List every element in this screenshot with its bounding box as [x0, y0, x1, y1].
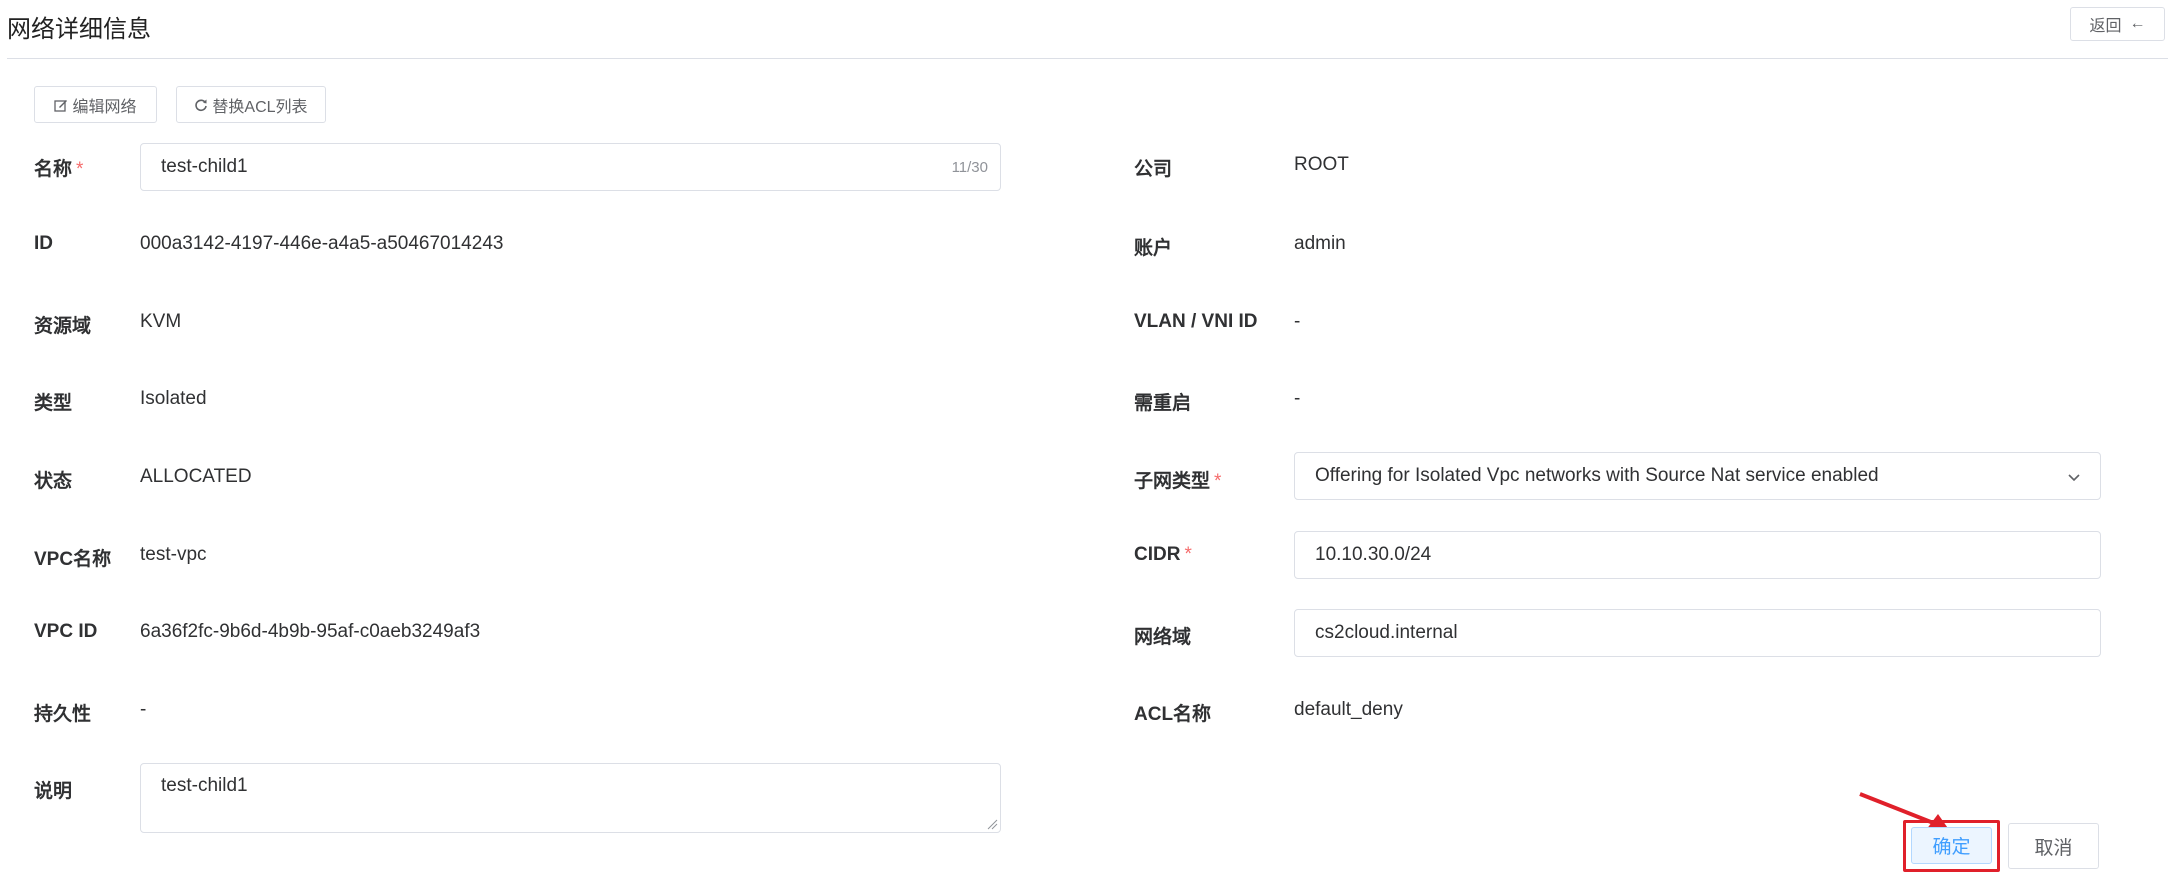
- name-label: 名称 *: [34, 159, 84, 180]
- required-mark: *: [76, 159, 84, 180]
- type-value: Isolated: [140, 388, 207, 409]
- id-value: 000a3142-4197-446e-a4a5-a50467014243: [140, 233, 504, 254]
- vpc-name-value: test-vpc: [140, 544, 207, 565]
- persistence-value: -: [140, 699, 147, 720]
- network-domain-label: 网络域: [1134, 627, 1192, 648]
- network-domain-value: cs2cloud.internal: [1315, 622, 1458, 643]
- description-value: test-child1: [161, 775, 248, 796]
- vlan-value: -: [1294, 311, 1301, 332]
- restart-required-value: -: [1294, 388, 1301, 409]
- vpc-id-label: VPC ID: [34, 621, 98, 642]
- confirm-highlight-box: 确定: [1903, 820, 2000, 872]
- name-input-value: test-child1: [161, 156, 248, 177]
- page-title: 网络详细信息: [7, 16, 151, 43]
- name-input[interactable]: test-child1 11/30: [140, 143, 1001, 191]
- back-button[interactable]: 返回 ←: [2070, 7, 2165, 41]
- account-label: 账户: [1134, 238, 1173, 259]
- vlan-label: VLAN / VNI ID: [1134, 311, 1258, 332]
- chevron-down-icon: [2068, 474, 2080, 482]
- back-label: 返回: [2089, 18, 2122, 35]
- state-value: ALLOCATED: [140, 466, 252, 487]
- company-value: ROOT: [1294, 154, 1349, 175]
- replace-acl-button[interactable]: 替换ACL列表: [176, 86, 326, 123]
- cidr-input[interactable]: 10.10.30.0/24: [1294, 531, 2101, 579]
- edit-network-button[interactable]: 编辑网络: [34, 86, 157, 123]
- state-label: 状态: [34, 471, 73, 492]
- name-char-counter: 11/30: [951, 159, 988, 176]
- subnet-type-label: 子网类型 *: [1134, 471, 1222, 492]
- description-textarea[interactable]: test-child1: [140, 763, 1001, 833]
- subnet-type-select[interactable]: Offering for Isolated Vpc networks with …: [1294, 452, 2101, 500]
- confirm-button[interactable]: 确定: [1911, 827, 1992, 864]
- id-label: ID: [34, 233, 53, 254]
- persistence-label: 持久性: [34, 704, 92, 725]
- resize-handle-icon[interactable]: [986, 818, 998, 830]
- acl-name-label: ACL名称: [1134, 704, 1212, 725]
- restart-required-label: 需重启: [1134, 393, 1192, 414]
- refresh-icon: [195, 98, 208, 111]
- zone-value: KVM: [140, 311, 182, 332]
- subnet-type-value: Offering for Isolated Vpc networks with …: [1315, 465, 1879, 486]
- edit-icon: [54, 99, 68, 112]
- header-divider: [7, 58, 2168, 59]
- vpc-name-label: VPC名称: [34, 549, 112, 570]
- description-label: 说明: [34, 781, 73, 802]
- cancel-button[interactable]: 取消: [2008, 823, 2099, 869]
- required-mark: *: [1214, 471, 1222, 492]
- acl-name-value: default_deny: [1294, 699, 1403, 720]
- zone-label: 资源域: [34, 316, 92, 337]
- arrow-left-icon: ←: [2129, 15, 2146, 32]
- network-domain-input[interactable]: cs2cloud.internal: [1294, 609, 2101, 657]
- account-value: admin: [1294, 233, 1346, 254]
- replace-acl-label: 替换ACL列表: [212, 98, 308, 116]
- company-label: 公司: [1134, 159, 1173, 180]
- edit-network-label: 编辑网络: [72, 98, 137, 116]
- required-mark: *: [1184, 544, 1192, 565]
- network-detail-page: 网络详细信息 返回 ← 编辑网络 替换ACL列表 名称 * test-child1…: [0, 0, 2175, 874]
- vpc-id-value: 6a36f2fc-9b6d-4b9b-95af-c0aeb3249af3: [140, 621, 481, 642]
- type-label: 类型: [34, 393, 73, 414]
- cidr-input-value: 10.10.30.0/24: [1315, 544, 1432, 565]
- cidr-label: CIDR *: [1134, 544, 1192, 565]
